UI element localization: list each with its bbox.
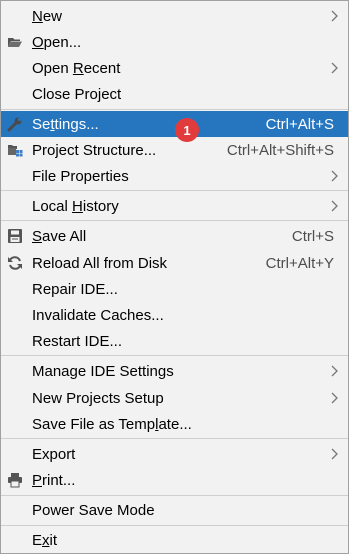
project-structure-icon [7,142,23,158]
menu-item-local-history[interactable]: Local History [1,193,348,219]
menu-item-local-history-label: Local History [32,197,119,215]
chevron-right-icon [331,392,338,404]
folder-icon [7,34,23,50]
menu-item-exit-label: Exit [32,531,58,549]
menu-separator [1,495,348,496]
menu-item-close-project[interactable]: Close Project [1,81,348,107]
chevron-right-icon [331,448,338,460]
save-icon [7,228,23,244]
chevron-right-icon [331,170,338,182]
file-menu: New Open... Open Recent Close Project Se… [0,0,349,554]
menu-item-reload-all[interactable]: Reload All from Disk Ctrl+Alt+Y [1,250,348,276]
menu-item-new-projects-setup[interactable]: New Projects Setup [1,385,348,411]
chevron-right-icon [331,200,338,212]
menu-item-print-label: Print... [32,471,76,489]
menu-separator [1,438,348,439]
menu-item-export[interactable]: Export [1,441,348,467]
menu-item-save-all[interactable]: Save All Ctrl+S [1,223,348,249]
menu-item-new-label: New [32,7,63,25]
menu-item-exit[interactable]: Exit [1,527,348,553]
menu-item-close-project-label: Close Project [32,85,122,103]
menu-item-new[interactable]: New [1,3,348,29]
menu-item-manage-ide-settings[interactable]: Manage IDE Settings [1,358,348,384]
menu-item-project-structure-shortcut: Ctrl+Alt+Shift+S [226,141,334,159]
menu-item-open[interactable]: Open... [1,29,348,55]
menu-item-settings-shortcut: Ctrl+Alt+S [265,115,334,133]
menu-item-open-label: Open... [32,33,82,51]
menu-item-reload-all-label: Reload All from Disk [32,254,168,272]
menu-item-save-file-as-template-label: Save File as Template... [32,415,192,433]
menu-item-manage-ide-settings-label: Manage IDE Settings [32,362,174,380]
menu-item-restart-ide[interactable]: Restart IDE... [1,328,348,354]
menu-item-save-all-shortcut: Ctrl+S [291,227,334,245]
wrench-icon [7,116,23,132]
menu-item-restart-ide-label: Restart IDE... [32,332,123,350]
menu-item-save-all-label: Save All [32,227,87,245]
menu-item-invalidate-caches[interactable]: Invalidate Caches... [1,302,348,328]
menu-separator [1,525,348,526]
menu-item-repair-ide[interactable]: Repair IDE... [1,276,348,302]
menu-item-file-properties[interactable]: File Properties [1,163,348,189]
menu-item-new-projects-setup-label: New Projects Setup [32,389,164,407]
menu-item-export-label: Export [32,445,76,463]
chevron-right-icon [331,365,338,377]
menu-item-repair-ide-label: Repair IDE... [32,280,118,298]
reload-icon [7,255,23,271]
menu-item-save-file-as-template[interactable]: Save File as Template... [1,411,348,437]
menu-separator [1,190,348,191]
printer-icon [7,472,23,488]
menu-item-open-recent-label: Open Recent [32,59,121,77]
menu-item-project-structure[interactable]: Project Structure... Ctrl+Alt+Shift+S [1,137,348,163]
menu-separator [1,220,348,221]
menu-item-power-save-mode[interactable]: Power Save Mode [1,497,348,523]
menu-item-invalidate-caches-label: Invalidate Caches... [32,306,164,324]
menu-item-open-recent[interactable]: Open Recent [1,55,348,81]
menu-item-reload-all-shortcut: Ctrl+Alt+Y [265,254,334,272]
step-badge: 1 [175,118,199,142]
menu-separator [1,355,348,356]
chevron-right-icon [331,62,338,74]
menu-item-print[interactable]: Print... [1,467,348,493]
menu-item-project-structure-label: Project Structure... [32,141,157,159]
menu-item-file-properties-label: File Properties [32,167,129,185]
menu-item-settings-label: Settings... [32,115,99,133]
chevron-right-icon [331,10,338,22]
menu-separator [1,109,348,110]
menu-item-power-save-mode-label: Power Save Mode [32,501,155,519]
